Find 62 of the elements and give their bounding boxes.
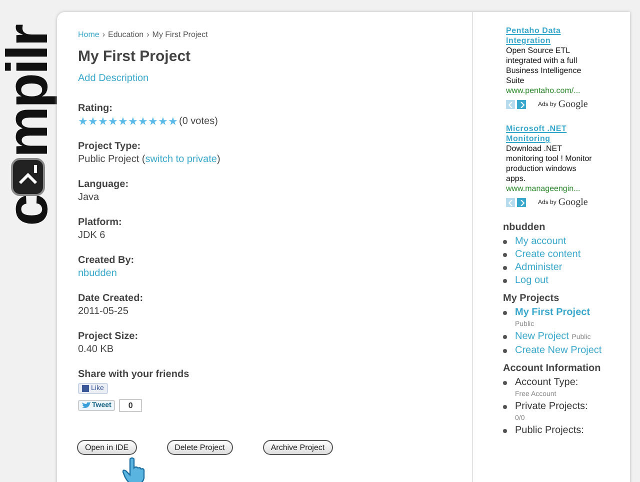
previous-arrow-button[interactable] bbox=[506, 198, 515, 207]
ad-text: Open Source ETL integrated with a full Business Intelligence Suite bbox=[506, 46, 582, 86]
google-label: Google bbox=[558, 197, 588, 208]
project-link[interactable]: My First Project bbox=[515, 307, 590, 318]
field-label: Platform: bbox=[78, 216, 123, 229]
breadcrumb-item[interactable]: Home bbox=[78, 30, 100, 39]
action-button[interactable]: Open in IDE bbox=[77, 440, 137, 455]
tweet-count: 0 bbox=[119, 399, 142, 412]
field-value: 2011-05-25 bbox=[78, 305, 130, 319]
hand-cursor-icon bbox=[121, 457, 147, 482]
menu-link[interactable]: Log out bbox=[515, 274, 548, 287]
breadcrumb-item: My First Project bbox=[152, 30, 208, 39]
action-button[interactable]: Archive Project bbox=[262, 440, 333, 455]
ad-url[interactable]: www.manageengin... bbox=[506, 184, 598, 194]
star-rating[interactable]: ★★★★★★★★★★ bbox=[78, 116, 178, 128]
chevron-left-icon bbox=[508, 102, 514, 108]
ad-title-link[interactable]: Pentaho Data Integration bbox=[506, 26, 598, 46]
field-value: JDK 6 bbox=[78, 229, 106, 243]
account-label: Private Projects: bbox=[515, 400, 588, 413]
google-label: Google bbox=[558, 99, 588, 110]
field-label: Language: bbox=[78, 178, 130, 191]
section-title: Account Information bbox=[503, 363, 602, 374]
menu-link[interactable]: My account bbox=[515, 235, 566, 248]
chevron-left-icon bbox=[508, 200, 514, 206]
facebook-icon bbox=[82, 385, 89, 392]
breadcrumb-item: Education bbox=[108, 30, 144, 39]
field-label: Project Size: bbox=[78, 330, 140, 343]
bird-icon bbox=[82, 402, 91, 409]
account-label: Account Type: bbox=[515, 376, 578, 389]
user-link[interactable]: nbudden bbox=[78, 267, 472, 281]
breadcrumb-separator: › bbox=[102, 30, 106, 39]
menu-link[interactable]: Create content bbox=[515, 248, 581, 261]
ad-text: Download .NET monitoring tool ! Monitor production windows apps. bbox=[506, 144, 593, 184]
compilr-logo[interactable]: c mpilr bbox=[0, 20, 56, 232]
breadcrumb-separator: › bbox=[146, 30, 150, 39]
field-label: Date Created: bbox=[78, 292, 144, 305]
ad-title-link[interactable]: Microsoft .NET Monitoring bbox=[506, 124, 598, 144]
menu-link[interactable]: Administer bbox=[515, 261, 562, 274]
section-title: My Projects bbox=[503, 293, 560, 304]
next-arrow-button[interactable] bbox=[517, 100, 526, 109]
vote-count: (0 votes) bbox=[179, 115, 218, 129]
next-arrow-button[interactable] bbox=[517, 198, 526, 207]
terminal-icon bbox=[10, 156, 46, 197]
field-value: Public Project (switch to private) bbox=[78, 153, 222, 167]
previous-arrow-button[interactable] bbox=[506, 100, 515, 109]
add-description-link[interactable]: Add Description bbox=[78, 73, 472, 84]
field-label: Project Type: bbox=[78, 140, 142, 153]
chevron-right-icon bbox=[518, 200, 524, 206]
chevron-right-icon bbox=[518, 102, 524, 108]
ad-url[interactable]: www.pentaho.com/... bbox=[506, 86, 598, 96]
field-value: 0.40 KB bbox=[78, 343, 115, 357]
project-link[interactable]: New Project bbox=[515, 331, 569, 342]
page-title: My First Project bbox=[78, 48, 192, 65]
action-button[interactable]: Delete Project bbox=[166, 440, 233, 455]
section-title: nbudden bbox=[503, 222, 546, 233]
field-label: Created By: bbox=[78, 254, 136, 267]
share-label: Share with your friends bbox=[78, 368, 190, 381]
field-value: Java bbox=[78, 191, 100, 205]
field-label: Rating: bbox=[78, 102, 114, 115]
switch-link[interactable]: switch to private bbox=[145, 154, 217, 165]
account-label: Public Projects: bbox=[515, 424, 584, 437]
project-link[interactable]: Create New Project bbox=[515, 345, 602, 356]
